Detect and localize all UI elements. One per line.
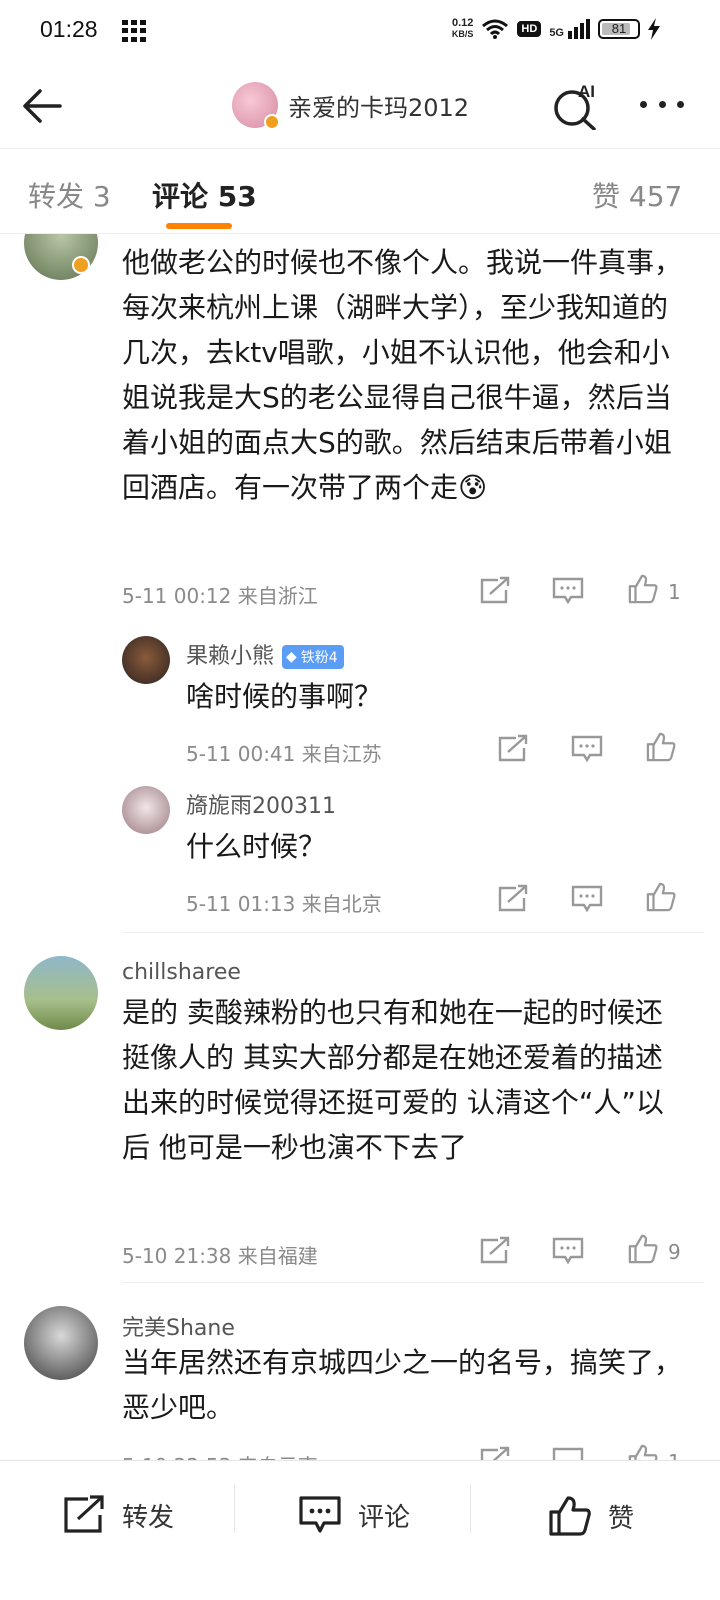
- status-time: 01:28: [40, 16, 98, 42]
- comment-button[interactable]: 评论: [298, 1495, 410, 1535]
- wifi-icon: [482, 19, 509, 39]
- avatar[interactable]: [24, 956, 98, 1030]
- more-menu-icon[interactable]: [640, 94, 684, 114]
- like-count: 1: [668, 580, 681, 604]
- share-icon[interactable]: [478, 1446, 512, 1460]
- back-arrow-icon[interactable]: [20, 84, 64, 128]
- repost-label[interactable]: 转发: [122, 1497, 174, 1534]
- like-count: 1: [668, 1450, 681, 1460]
- like-label[interactable]: 赞: [608, 1498, 634, 1535]
- header-user[interactable]: 亲爱的卡玛2012: [232, 82, 469, 130]
- comment-username[interactable]: chillsharee: [122, 960, 241, 985]
- avatar[interactable]: [122, 636, 170, 684]
- reply-icon[interactable]: [570, 734, 604, 764]
- charging-icon: [648, 18, 660, 40]
- share-icon[interactable]: [478, 576, 512, 606]
- divider: [470, 1485, 471, 1533]
- share-icon[interactable]: [496, 734, 530, 764]
- fan-badge: ◆ 铁粉4: [282, 645, 344, 669]
- header-username[interactable]: 亲爱的卡玛2012: [288, 88, 469, 123]
- like-thumb-icon: [549, 1496, 591, 1536]
- reply-meta: 5-11 00:41 来自江苏: [186, 742, 382, 766]
- reply-icon[interactable]: [570, 884, 604, 914]
- comment-label[interactable]: 评论: [358, 1497, 410, 1534]
- comment-meta: 5-10 21:38 来自福建: [122, 1244, 318, 1268]
- verified-badge-icon: [264, 114, 280, 130]
- header: 亲爱的卡玛2012 AI: [0, 64, 720, 148]
- share-icon[interactable]: [496, 884, 530, 914]
- avatar[interactable]: [122, 786, 170, 834]
- like-icon[interactable]: [626, 574, 660, 604]
- ai-search-icon[interactable]: AI: [552, 82, 600, 130]
- bottom-action-bar: 转发 评论 赞: [0, 1460, 720, 1572]
- signal-5g: 5G: [549, 19, 590, 39]
- tab-comments[interactable]: 评论 53: [152, 175, 257, 215]
- divider: [122, 932, 704, 933]
- hd-icon: HD: [517, 21, 542, 37]
- divider: [122, 1282, 704, 1283]
- app-grid-icon: [122, 20, 146, 42]
- repost-button[interactable]: 转发: [62, 1495, 174, 1535]
- avatar[interactable]: [24, 234, 98, 280]
- comment-icon: [299, 1496, 341, 1533]
- share-icon[interactable]: [478, 1236, 512, 1266]
- like-icon[interactable]: [644, 732, 678, 762]
- tab-likes[interactable]: 赞 457: [592, 175, 682, 215]
- repost-icon: [64, 1495, 104, 1533]
- like-icon[interactable]: [626, 1444, 660, 1460]
- battery-indicator: 81: [598, 19, 640, 39]
- active-tab-indicator: [166, 223, 232, 229]
- reply-text: 啥时候的事啊？: [186, 680, 383, 713]
- reply-username[interactable]: 旖旎雨200311: [186, 788, 336, 820]
- ai-label: AI: [578, 82, 595, 101]
- like-icon[interactable]: [644, 882, 678, 912]
- reply-text: 什么时候？: [186, 830, 327, 863]
- comment-username[interactable]: 完美Shane: [122, 1310, 235, 1342]
- comment-feed[interactable]: 他做老公的时候也不像个人。我说一件真事，每次来杭州上课（湖畔大学），至少我知道的…: [0, 234, 720, 1460]
- home-indicator-area: [0, 1572, 720, 1600]
- like-button[interactable]: 赞: [548, 1495, 634, 1537]
- like-icon[interactable]: [626, 1234, 660, 1264]
- tab-bar: 转发 3 评论 53 赞 457: [0, 148, 720, 234]
- tab-repost[interactable]: 转发 3: [28, 175, 111, 215]
- comment-text: 当年居然还有京城四少之一的名号，搞笑了，恶少吧。: [122, 1346, 683, 1424]
- status-bar: 01:28 0.12 KB/S HD 5G 81: [0, 0, 720, 64]
- reply-username[interactable]: 果赖小熊 ◆ 铁粉4: [186, 638, 344, 670]
- verified-badge-icon: [72, 256, 90, 274]
- comment-meta: 5-11 00:12 来自浙江: [122, 584, 318, 608]
- reply-icon[interactable]: [551, 1236, 585, 1266]
- reply-meta: 5-11 01:13 来自北京: [186, 892, 382, 916]
- reply-icon[interactable]: [551, 1446, 585, 1460]
- divider: [234, 1485, 235, 1533]
- comment-meta: 5-10 22:53 来自云南: [122, 1450, 318, 1460]
- network-speed: 0.12 KB/S: [451, 17, 474, 40]
- comment-text: 是的 卖酸辣粉的也只有和她在一起的时候还挺像人的 其实大部分都是在她还爱着的描述…: [122, 996, 664, 1164]
- like-count: 9: [668, 1240, 681, 1264]
- comment-text: 他做老公的时候也不像个人。我说一件真事，每次来杭州上课（湖畔大学），至少我知道的…: [122, 246, 683, 504]
- reply-icon[interactable]: [551, 576, 585, 606]
- avatar[interactable]: [24, 1306, 98, 1380]
- avatar[interactable]: [232, 82, 280, 130]
